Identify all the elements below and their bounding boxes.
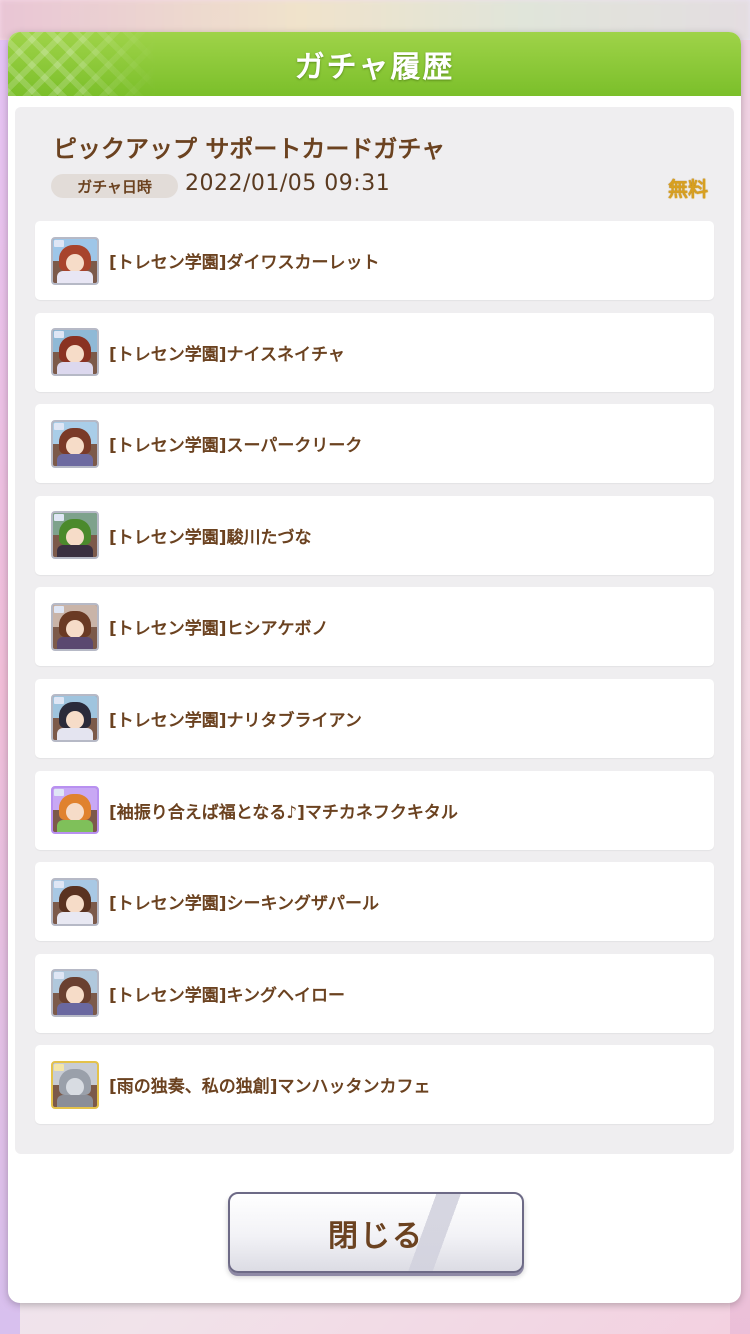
result-row[interactable]: [トレセン学園]ナイスネイチャ — [35, 312, 714, 392]
support-card-thumbnail — [51, 1060, 99, 1109]
result-row[interactable]: [雨の独奏、私の独創]マンハッタンカフェ — [35, 1045, 714, 1125]
result-row[interactable]: [トレセン学園]ナリタブライアン — [35, 678, 714, 758]
result-list: [トレセン学園]ダイワスカーレット [トレセン学園]ナイスネイチャ [トレセン学… — [35, 221, 714, 1137]
support-card-thumbnail — [51, 419, 99, 468]
gacha-name: ピックアップ サポートカードガチャ — [53, 135, 446, 163]
close-button-label: 閉じる — [328, 1218, 424, 1254]
card-name: [トレセン学園]キングヘイロー — [109, 985, 346, 1006]
card-name: [袖振り合えば福となる♪]マチカネフクキタル — [109, 802, 458, 823]
result-row[interactable]: [トレセン学園]シーキングザパール — [35, 862, 714, 942]
header-pattern — [8, 32, 158, 96]
card-name: [トレセン学園]ヒシアケボノ — [109, 619, 329, 640]
price-label: 無料 — [668, 177, 708, 201]
dialog-header: ガチャ履歴 — [8, 32, 741, 96]
card-name: [トレセン学園]ナイスネイチャ — [109, 344, 345, 365]
support-card-thumbnail — [51, 511, 99, 560]
card-name: [トレセン学園]ダイワスカーレット — [109, 253, 380, 273]
result-row[interactable]: [袖振り合えば福となる♪]マチカネフクキタル — [35, 770, 714, 850]
gacha-date: 2022/01/05 09:31 — [185, 171, 391, 196]
result-row[interactable]: [トレセン学園]スーパークリーク — [35, 404, 714, 484]
support-card-thumbnail — [51, 969, 99, 1018]
support-card-thumbnail — [51, 694, 99, 743]
dialog-title: ガチャ履歴 — [294, 50, 455, 85]
card-name: [トレセン学園]スーパークリーク — [109, 436, 363, 457]
close-button[interactable]: 閉じる — [228, 1192, 524, 1273]
gacha-history-dialog: ガチャ履歴 ピックアップ サポートカードガチャ ガチャ日時 2022/01/05… — [8, 32, 741, 1303]
result-row[interactable]: [トレセン学園]ダイワスカーレット — [35, 221, 714, 300]
support-card-thumbnail — [51, 877, 99, 926]
result-row[interactable]: [トレセン学園]駿川たづな — [35, 495, 714, 575]
history-panel: ピックアップ サポートカードガチャ ガチャ日時 2022/01/05 09:31… — [15, 107, 734, 1154]
result-row[interactable]: [トレセン学園]ヒシアケボノ — [35, 587, 714, 667]
date-label-badge: ガチャ日時 — [51, 174, 178, 198]
support-card-thumbnail — [51, 236, 99, 285]
support-card-thumbnail — [51, 328, 99, 377]
card-name: [トレセン学園]駿川たづな — [109, 527, 312, 548]
support-card-thumbnail — [51, 602, 99, 651]
result-row[interactable]: [トレセン学園]キングヘイロー — [35, 953, 714, 1033]
support-card-thumbnail — [51, 786, 99, 835]
card-name: [雨の独奏、私の独創]マンハッタンカフェ — [109, 1077, 431, 1098]
card-name: [トレセン学園]ナリタブライアン — [109, 710, 362, 731]
card-name: [トレセン学園]シーキングザパール — [109, 894, 380, 915]
